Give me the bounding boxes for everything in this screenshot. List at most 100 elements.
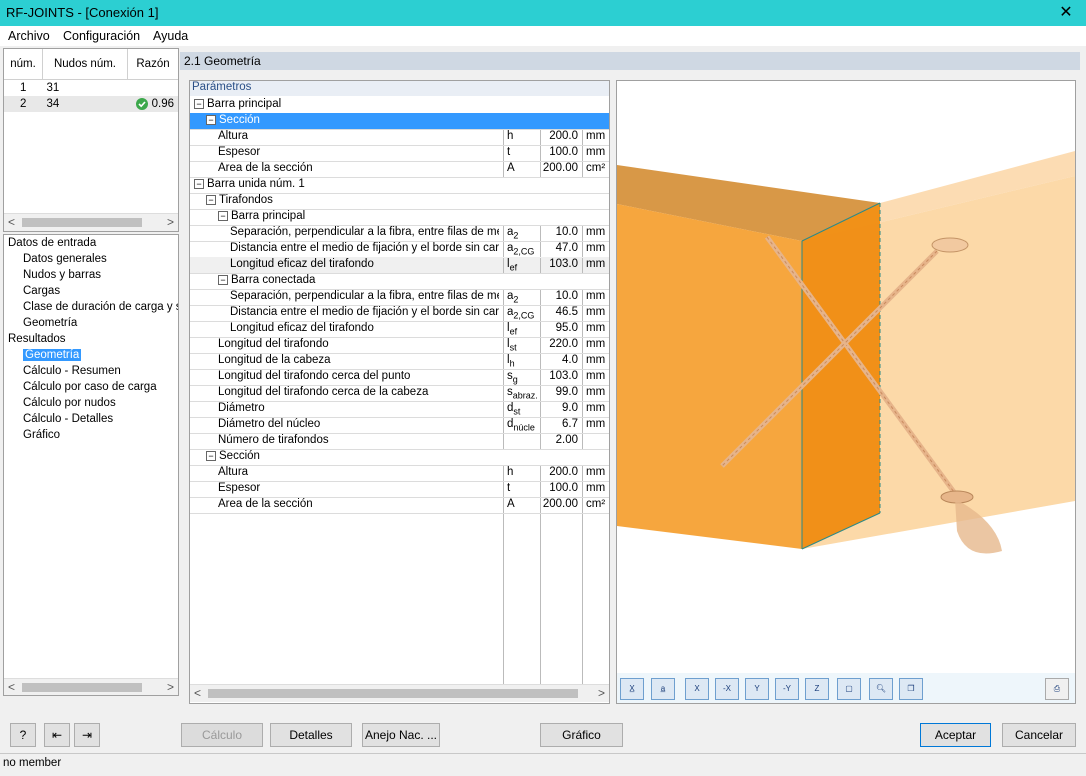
param-row[interactable]: − Barra conectada [190,273,609,290]
param-value[interactable]: 220.0 [540,338,580,353]
param-row[interactable]: Altura h 200.0 mm [190,129,609,146]
view-neg-x-icon[interactable]: -X [715,678,739,700]
graphic-view[interactable]: X̲ a̲ X -X Y -Y Z ▢ 🔍︎ ❐ ⎙ [616,80,1076,704]
collapse-icon[interactable]: − [206,114,216,125]
param-row[interactable]: Separación, perpendicular a la fibra, en… [190,289,609,306]
export-icon[interactable]: ⇥ [74,723,100,747]
param-value[interactable]: 103.0 [540,258,580,273]
table-row[interactable]: 1 31 [4,80,178,97]
param-value[interactable]: 2.00 [540,434,580,449]
param-value[interactable]: 200.0 [540,466,580,481]
tree-item[interactable]: Clase de duración de carga y se [23,301,178,313]
annex-button[interactable]: Anejo Nac. ... [362,723,440,747]
param-row[interactable]: − Tirafondos [190,193,609,210]
view-a-icon[interactable]: a̲ [651,678,675,700]
param-row[interactable]: − Sección [190,449,609,466]
view-y-icon[interactable]: Y [745,678,769,700]
nodes-hscrollbar[interactable]: < > [4,213,178,231]
param-row[interactable]: Área de la sección A 200.00 cm² [190,161,609,178]
param-value[interactable]: 99.0 [540,386,580,401]
col-razon[interactable]: Razón [127,49,178,80]
param-label: Área de la sección [218,498,499,510]
param-row[interactable]: − Barra unida núm. 1 [190,177,609,194]
col-num[interactable]: núm. [4,49,43,80]
tree-item[interactable]: Gráfico [23,429,60,441]
param-row[interactable]: Número de tirafondos 2.00 [190,433,609,450]
tree-item[interactable]: Nudos y barras [23,269,101,281]
view-z-icon[interactable]: Z [805,678,829,700]
tree-item[interactable]: Geometría [23,317,77,329]
collapse-icon[interactable]: − [194,178,204,189]
param-row[interactable]: Diámetro del núcleo dnúcle 6.7 mm [190,417,609,434]
params-hscrollbar[interactable]: < > [190,684,609,702]
tree-group-input[interactable]: Datos de entrada [8,237,96,249]
accept-button[interactable]: Aceptar [920,723,991,747]
param-row[interactable]: Distancia entre el medio de fijación y e… [190,241,609,258]
param-value[interactable]: 46.5 [540,306,580,321]
tree-hscrollbar[interactable]: < > [4,678,178,695]
collapse-icon[interactable]: − [194,98,204,109]
collapse-icon[interactable]: − [218,210,228,221]
collapse-icon[interactable]: − [206,450,216,461]
tree-item[interactable]: Cálculo por caso de carga [23,381,157,393]
tree-group-results[interactable]: Resultados [8,333,66,345]
param-value[interactable]: 6.7 [540,418,580,433]
param-value[interactable]: 4.0 [540,354,580,369]
param-row[interactable]: − Barra principal [190,209,609,226]
tree-item[interactable]: Datos generales [23,253,107,265]
param-value[interactable]: 100.0 [540,482,580,497]
param-value[interactable]: 100.0 [540,146,580,161]
import-icon[interactable]: ⇤ [44,723,70,747]
param-row[interactable]: Distancia entre el medio de fijación y e… [190,305,609,322]
param-row[interactable]: Longitud del tirafondo cerca de la cabez… [190,385,609,402]
param-row[interactable]: Longitud del tirafondo lst 220.0 mm [190,337,609,354]
param-row[interactable]: Longitud de la cabeza lh 4.0 mm [190,353,609,370]
help-icon[interactable]: ? [10,723,36,747]
view-neg-y-icon[interactable]: -Y [775,678,799,700]
table-row[interactable]: 2 34 0.96 [4,96,178,112]
print-icon[interactable]: ⎙ [1045,678,1069,700]
menu-archivo[interactable]: Archivo [8,29,50,43]
param-value[interactable]: 95.0 [540,322,580,337]
view-x-icon[interactable]: X̲ [620,678,644,700]
param-value[interactable]: 10.0 [540,290,580,305]
tree-item-selected[interactable]: Geometría [23,349,82,361]
zoom-icon[interactable]: 🔍︎ [869,678,893,700]
param-row[interactable]: Longitud del tirafondo cerca del punto sg… [190,369,609,386]
tree-item[interactable]: Cálculo - Resumen [23,365,121,377]
param-row[interactable]: Espesor t 100.0 mm [190,481,609,498]
param-row[interactable]: Altura h 200.0 mm [190,465,609,482]
param-value[interactable]: 10.0 [540,226,580,241]
param-value[interactable]: 47.0 [540,242,580,257]
param-row[interactable]: Longitud eficaz del tirafondo lef 95.0 mm [190,321,609,338]
menu-configuracion[interactable]: Configuración [63,29,140,43]
col-nudos[interactable]: Nudos núm. [42,49,128,80]
tree-item[interactable]: Cálculo por nudos [23,397,116,409]
iso-view-icon[interactable]: ▢ [837,678,861,700]
param-value[interactable]: 200.0 [540,130,580,145]
details-button[interactable]: Detalles [270,723,352,747]
collapse-icon[interactable]: − [218,274,228,285]
menu-ayuda[interactable]: Ayuda [153,29,188,43]
param-row[interactable]: Área de la sección A 200.00 cm² [190,497,609,514]
tree-item[interactable]: Cargas [23,285,60,297]
view-x-axis-icon[interactable]: X [685,678,709,700]
param-value[interactable]: 9.0 [540,402,580,417]
close-icon[interactable]: ✕ [1046,0,1086,26]
tree-item[interactable]: Cálculo - Detalles [23,413,113,425]
param-row[interactable]: Espesor t 100.0 mm [190,145,609,162]
param-value[interactable]: 103.0 [540,370,580,385]
copy-icon[interactable]: ❐ [899,678,923,700]
param-row[interactable]: Longitud eficaz del tirafondo lef 103.0 mm [190,257,609,274]
collapse-icon[interactable]: − [206,194,216,205]
param-row[interactable]: − Sección [190,113,609,130]
param-unit: mm [582,466,609,481]
param-row[interactable]: Diámetro dst 9.0 mm [190,401,609,418]
param-value[interactable]: 200.00 [540,162,580,177]
cancel-button[interactable]: Cancelar [1002,723,1076,747]
param-row[interactable]: − Barra principal [190,97,609,114]
param-value[interactable]: 200.00 [540,498,580,513]
calc-button[interactable]: Cálculo [181,723,263,747]
param-row[interactable]: Separación, perpendicular a la fibra, en… [190,225,609,242]
graphic-button[interactable]: Gráfico [540,723,623,747]
